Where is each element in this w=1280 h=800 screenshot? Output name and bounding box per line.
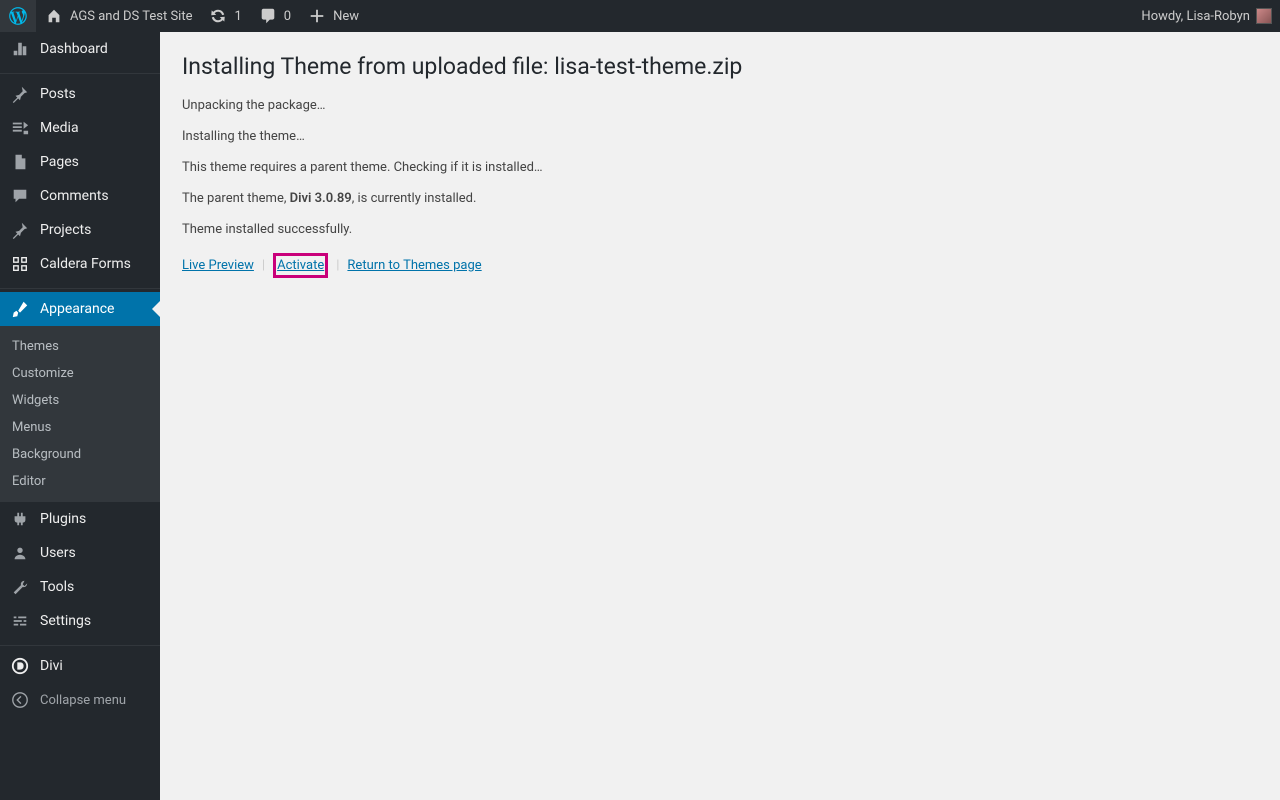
form-icon xyxy=(10,254,30,274)
action-links: Live Preview | Activate | Return to Them… xyxy=(182,253,1260,278)
new-content-link[interactable]: New xyxy=(299,0,367,32)
success-msg: Theme installed successfully. xyxy=(182,222,1260,237)
parent-theme-msg: The parent theme, Divi 3.0.89, is curren… xyxy=(182,191,1260,206)
sidebar-item-pages[interactable]: Pages xyxy=(0,145,160,179)
sidebar-label: Comments xyxy=(40,188,109,204)
sidebar-item-comments[interactable]: Comments xyxy=(0,179,160,213)
submenu-item-editor[interactable]: Editor xyxy=(0,468,160,495)
sidebar-label: Projects xyxy=(40,222,91,238)
sidebar-item-posts[interactable]: Posts xyxy=(0,77,160,111)
plugin-icon xyxy=(10,509,30,529)
sidebar-item-plugins[interactable]: Plugins xyxy=(0,502,160,536)
submenu-item-background[interactable]: Background xyxy=(0,441,160,468)
comment-icon xyxy=(10,186,30,206)
sidebar-label: Caldera Forms xyxy=(40,256,131,272)
return-link[interactable]: Return to Themes page xyxy=(347,258,481,273)
site-name-link[interactable]: AGS and DS Test Site xyxy=(36,0,200,32)
sidebar-label: Divi xyxy=(40,658,63,674)
submenu-item-widgets[interactable]: Widgets xyxy=(0,387,160,414)
divi-icon xyxy=(10,656,30,676)
wp-logo[interactable] xyxy=(0,0,36,32)
sidebar-label: Users xyxy=(40,545,76,561)
collapse-menu[interactable]: Collapse menu xyxy=(0,683,160,717)
comments-count: 0 xyxy=(284,9,291,24)
highlight-annotation: Activate xyxy=(273,253,328,278)
install-msg: This theme requires a parent theme. Chec… xyxy=(182,160,1260,175)
appearance-submenu: Themes Customize Widgets Menus Backgroun… xyxy=(0,326,160,502)
submenu-item-customize[interactable]: Customize xyxy=(0,360,160,387)
pin-icon xyxy=(10,220,30,240)
sidebar-label: Settings xyxy=(40,613,91,629)
updates-count: 1 xyxy=(234,9,241,24)
separator: | xyxy=(336,258,339,273)
sidebar-item-users[interactable]: Users xyxy=(0,536,160,570)
site-name-text: AGS and DS Test Site xyxy=(70,9,192,24)
comment-icon xyxy=(258,6,278,26)
admin-sidebar: Dashboard Posts Media Pages Comments Pro… xyxy=(0,32,160,800)
page-icon xyxy=(10,152,30,172)
install-msg: Unpacking the package… xyxy=(182,98,1260,113)
sidebar-item-settings[interactable]: Settings xyxy=(0,604,160,638)
page-title: Installing Theme from uploaded file: lis… xyxy=(182,52,1260,82)
sliders-icon xyxy=(10,611,30,631)
sidebar-label: Dashboard xyxy=(40,41,108,57)
sidebar-item-projects[interactable]: Projects xyxy=(0,213,160,247)
sidebar-item-caldera[interactable]: Caldera Forms xyxy=(0,247,160,281)
home-icon xyxy=(44,6,64,26)
update-icon xyxy=(208,6,228,26)
sidebar-label: Media xyxy=(40,120,79,136)
submenu-item-themes[interactable]: Themes xyxy=(0,333,160,360)
user-icon xyxy=(10,543,30,563)
collapse-icon xyxy=(10,690,30,710)
admin-bar: AGS and DS Test Site 1 0 New Howdy, Lisa… xyxy=(0,0,1280,32)
sidebar-item-divi[interactable]: Divi xyxy=(0,649,160,683)
plus-icon xyxy=(307,6,327,26)
collapse-label: Collapse menu xyxy=(40,693,126,708)
sidebar-item-dashboard[interactable]: Dashboard xyxy=(0,32,160,66)
sidebar-item-appearance[interactable]: Appearance xyxy=(0,292,160,326)
sidebar-item-media[interactable]: Media xyxy=(0,111,160,145)
sidebar-label: Pages xyxy=(40,154,79,170)
sidebar-label: Appearance xyxy=(40,301,114,317)
dashboard-icon xyxy=(10,39,30,59)
comments-link[interactable]: 0 xyxy=(250,0,299,32)
updates-link[interactable]: 1 xyxy=(200,0,249,32)
menu-separator xyxy=(0,284,160,289)
pin-icon xyxy=(10,84,30,104)
install-msg: Installing the theme… xyxy=(182,129,1260,144)
menu-separator xyxy=(0,641,160,646)
wrench-icon xyxy=(10,577,30,597)
activate-link[interactable]: Activate xyxy=(277,258,324,273)
separator: | xyxy=(262,258,265,273)
avatar xyxy=(1256,8,1272,24)
brush-icon xyxy=(10,299,30,319)
new-label: New xyxy=(333,9,359,24)
sidebar-item-tools[interactable]: Tools xyxy=(0,570,160,604)
account-link[interactable]: Howdy, Lisa-Robyn xyxy=(1133,0,1280,32)
menu-separator xyxy=(0,69,160,74)
sidebar-label: Tools xyxy=(40,579,74,595)
live-preview-link[interactable]: Live Preview xyxy=(182,258,254,273)
sidebar-label: Posts xyxy=(40,86,76,102)
wordpress-icon xyxy=(8,6,28,26)
howdy-text: Howdy, Lisa-Robyn xyxy=(1141,9,1250,24)
media-icon xyxy=(10,118,30,138)
sidebar-label: Plugins xyxy=(40,511,86,527)
submenu-item-menus[interactable]: Menus xyxy=(0,414,160,441)
main-content: Installing Theme from uploaded file: lis… xyxy=(160,32,1280,800)
